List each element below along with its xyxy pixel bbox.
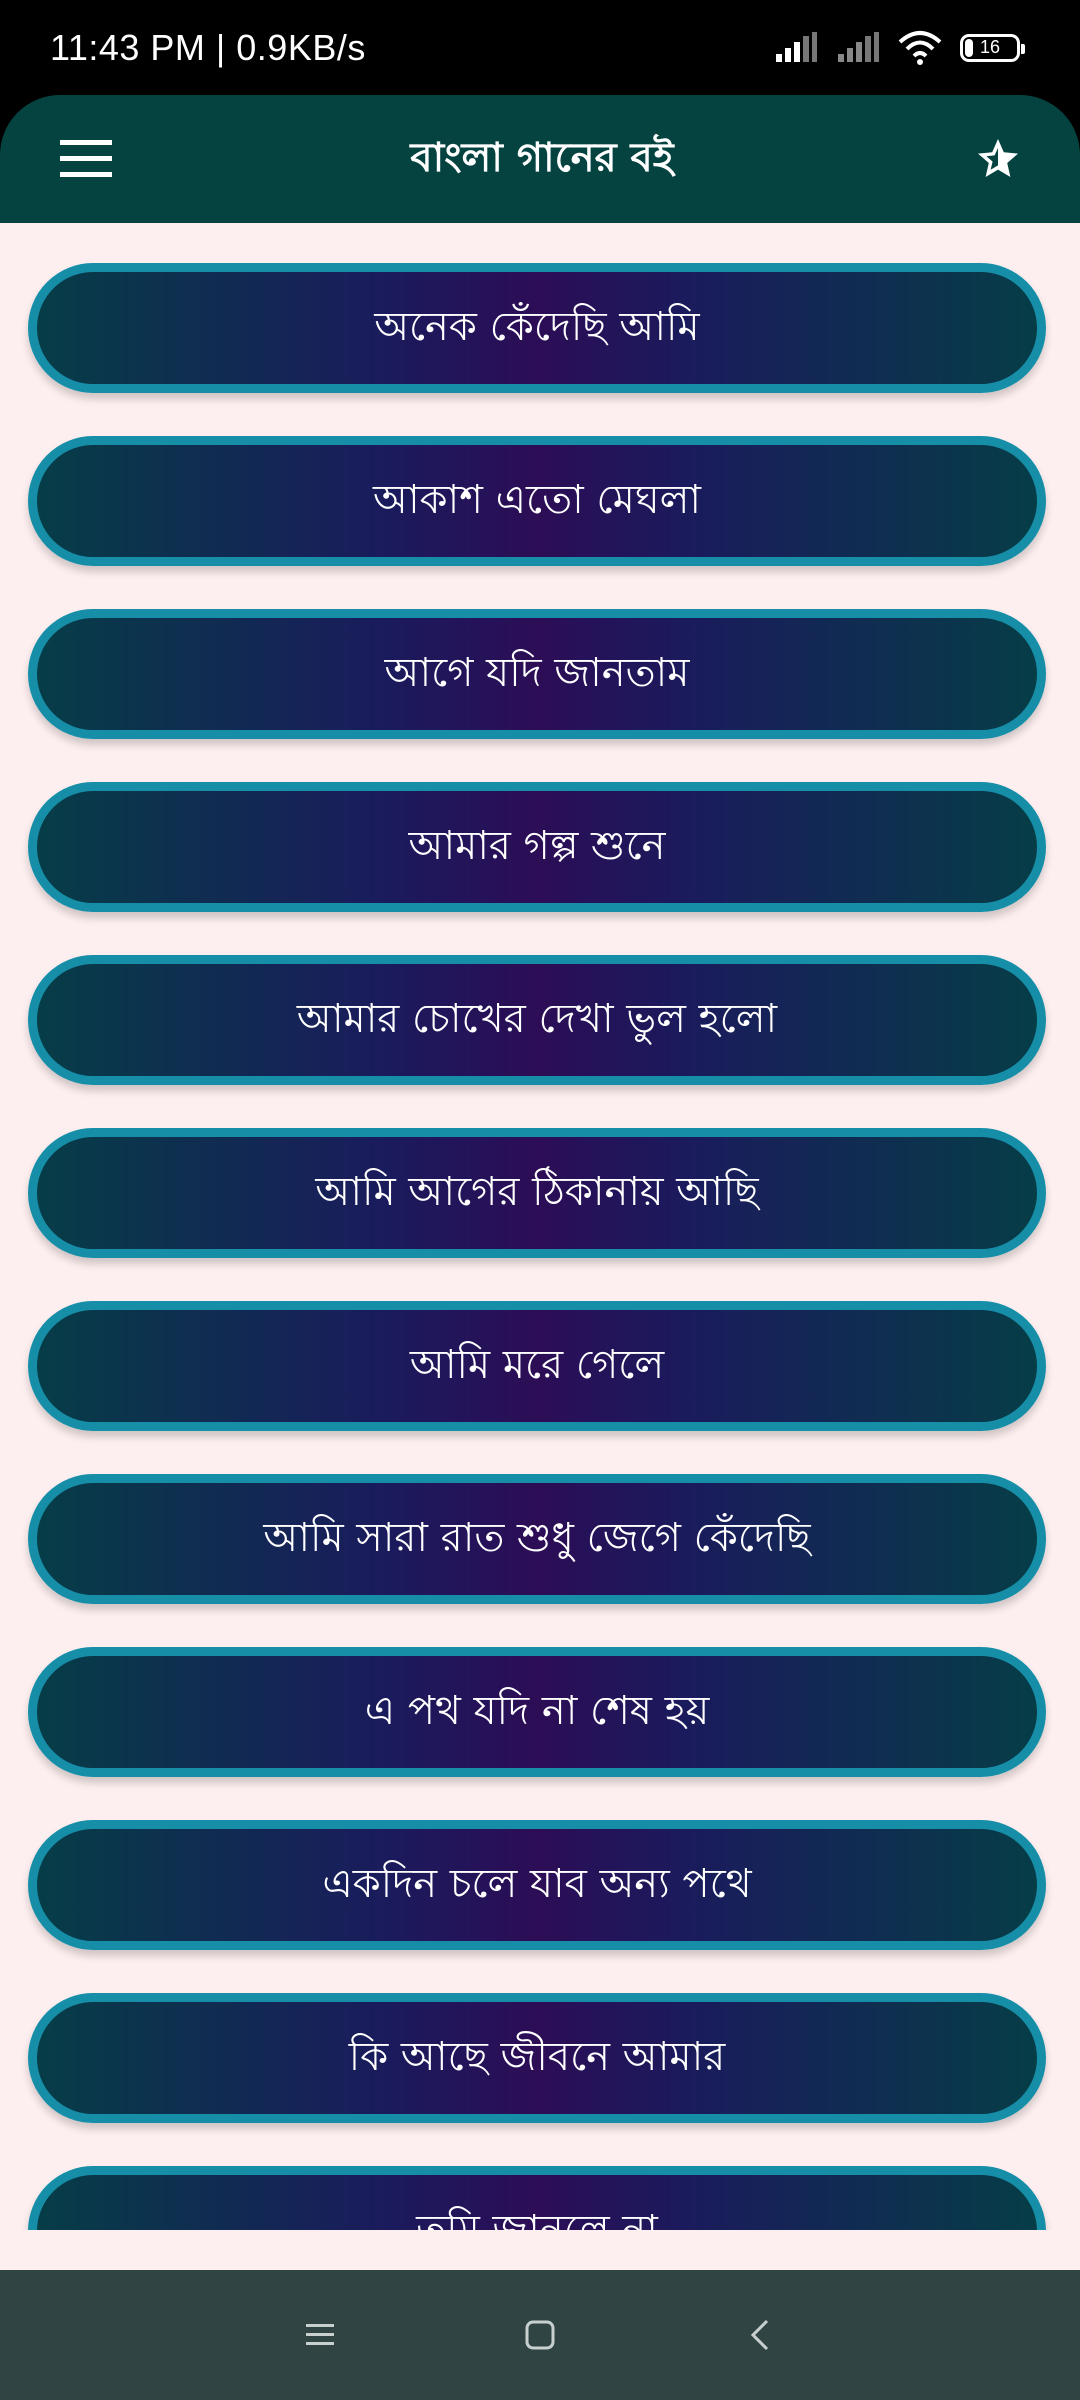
app-bar: বাংলা গানের বই bbox=[0, 95, 1080, 223]
song-title: আগে যদি জানতাম bbox=[384, 649, 690, 696]
song-title: কি আছে জীবনে আমার bbox=[348, 2033, 726, 2080]
song-item[interactable]: আমি মরে গেলে bbox=[28, 1301, 1046, 1431]
song-item[interactable]: একদিন চলে যাব অন্য পথে bbox=[28, 1820, 1046, 1950]
song-title: আমি সারা রাত শুধু জেগে কেঁদেছি bbox=[263, 1514, 811, 1561]
signal-icon bbox=[838, 31, 879, 62]
menu-button[interactable] bbox=[56, 129, 116, 189]
favorites-button[interactable] bbox=[968, 129, 1028, 189]
song-item[interactable]: আমার গল্প শুনে bbox=[28, 782, 1046, 912]
song-title: আমি আগের ঠিকানায় আছি bbox=[315, 1168, 759, 1215]
battery-icon: 16 bbox=[960, 33, 1025, 62]
song-item[interactable]: আমি সারা রাত শুধু জেগে কেঁদেছি bbox=[28, 1474, 1046, 1604]
home-button[interactable] bbox=[510, 2305, 570, 2365]
status-time-speed: 11:43 PM | 0.9KB/s bbox=[50, 26, 366, 68]
recents-button[interactable] bbox=[290, 2305, 350, 2365]
song-item[interactable]: অনেক কেঁদেছি আমি bbox=[28, 263, 1046, 393]
back-icon bbox=[750, 2319, 769, 2351]
battery-level: 16 bbox=[979, 37, 1001, 57]
song-item[interactable]: এ পথ যদি না শেষ হয় bbox=[28, 1647, 1046, 1777]
song-title: আমি মরে গেলে bbox=[409, 1341, 665, 1388]
song-title: এ পথ যদি না শেষ হয় bbox=[364, 1687, 710, 1734]
song-title: অনেক কেঁদেছি আমি bbox=[374, 303, 700, 350]
status-bar: 11:43 PM | 0.9KB/s 16 bbox=[0, 0, 1080, 95]
song-item[interactable]: আমি আগের ঠিকানায় আছি bbox=[28, 1128, 1046, 1258]
list-bottom-spacer bbox=[0, 2230, 1080, 2270]
song-item[interactable]: আকাশ এতো মেঘলা bbox=[28, 436, 1046, 566]
star-icon bbox=[977, 139, 1018, 177]
song-title: একদিন চলে যাব অন্য পথে bbox=[322, 1860, 752, 1907]
song-title: আমার গল্প শুনে bbox=[408, 822, 666, 869]
recents-icon bbox=[306, 2324, 334, 2345]
home-icon bbox=[525, 2320, 555, 2350]
song-item[interactable]: আগে যদি জানতাম bbox=[28, 609, 1046, 739]
song-list-container[interactable]: অনেক কেঁদেছি আমি আকাশ এতো মেঘলা আগে যদি … bbox=[0, 223, 1080, 2230]
status-icons: 16 bbox=[774, 30, 1025, 66]
page-title: বাংলা গানের বই bbox=[410, 134, 674, 181]
song-item[interactable]: কি আছে জীবনে আমার bbox=[28, 1993, 1046, 2123]
song-item[interactable]: আমার চোখের দেখা ভুল হলো bbox=[28, 955, 1046, 1085]
signal-icon bbox=[776, 31, 817, 62]
wifi-icon bbox=[898, 30, 942, 65]
song-item[interactable]: তুমি জানলে না bbox=[28, 2166, 1046, 2230]
system-nav-bar bbox=[0, 2270, 1080, 2400]
song-title: আমার চোখের দেখা ভুল হলো bbox=[296, 995, 778, 1042]
back-button[interactable] bbox=[730, 2305, 790, 2365]
song-title: তুমি জানলে না bbox=[416, 2206, 658, 2231]
song-title: আকাশ এতো মেঘলা bbox=[372, 476, 701, 523]
hamburger-icon bbox=[60, 140, 112, 177]
